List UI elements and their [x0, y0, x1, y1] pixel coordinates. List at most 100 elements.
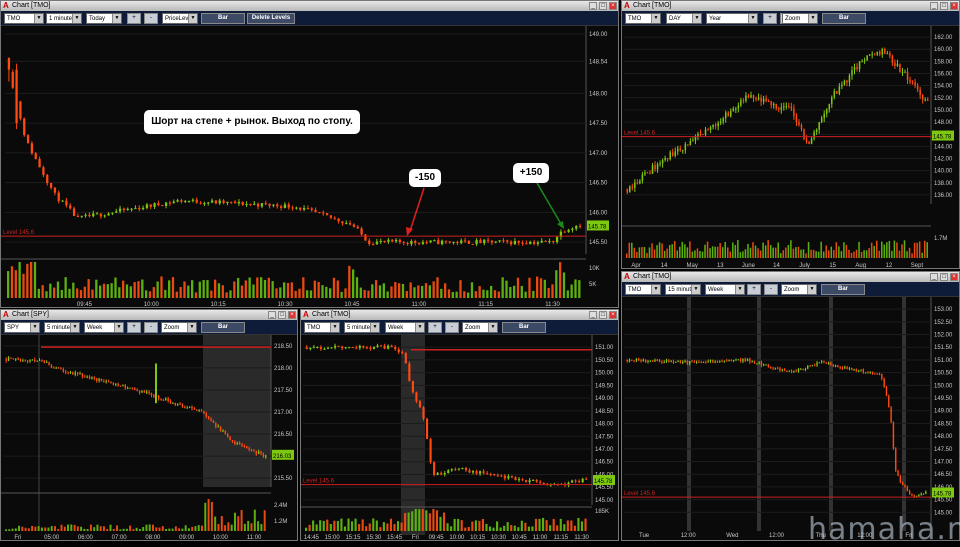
candle	[844, 367, 846, 369]
delete-levels-button[interactable]: Delete Levels	[247, 13, 295, 24]
candle	[682, 150, 684, 152]
maximize-button[interactable]: □	[940, 2, 948, 10]
zoom-out-button[interactable]: -	[144, 13, 158, 24]
zoom-out-button[interactable]: -	[764, 284, 778, 295]
price-chart[interactable]: 218.50218.00217.50217.00216.50216.00215.…	[1, 335, 298, 541]
window-titlebar[interactable]: A Chart [TMO] _ □ ×	[301, 310, 618, 320]
chevron-down-icon: ▼	[651, 14, 660, 23]
range-select[interactable]: Week ▼	[385, 322, 425, 333]
zoom-in-button[interactable]: +	[127, 322, 141, 333]
volume-bar	[18, 262, 21, 298]
zoom-select[interactable]: Zoom ▼	[782, 13, 818, 24]
minimize-button[interactable]: _	[268, 311, 276, 319]
close-button[interactable]: ×	[288, 311, 296, 319]
close-button[interactable]: ×	[950, 2, 958, 10]
candle	[172, 201, 175, 204]
volume-bar	[210, 501, 213, 531]
price-chart[interactable]: 162.00 160.00 158.00 156.00 154.00 152.00 150.…	[622, 26, 960, 269]
chart-window-spy-5min[interactable]: A Chart [SPY] _ □ × SPY ▼ 5 minutes ▼ Week ▼ +…	[0, 309, 298, 541]
bar-button[interactable]: Bar	[821, 284, 865, 295]
volume-bar	[432, 509, 435, 531]
bar-button[interactable]: Bar	[502, 322, 546, 333]
close-button[interactable]: ×	[609, 311, 617, 319]
volume-bar	[237, 516, 240, 531]
interval-select[interactable]: 5 minutes ▼	[344, 322, 380, 333]
range-select[interactable]: Week ▼	[84, 322, 124, 333]
maximize-button[interactable]: □	[940, 273, 948, 281]
tool-select[interactable]: PriceLevel ▼	[162, 13, 198, 24]
candle	[134, 207, 137, 209]
window-titlebar[interactable]: A Chart [TMO] _ □ ×	[1, 1, 618, 11]
symbol-select[interactable]: TMO ▼	[304, 322, 340, 333]
zoom-in-button[interactable]: +	[428, 322, 442, 333]
zoom-out-button[interactable]: -	[445, 322, 459, 333]
symbol-select[interactable]: SPY ▼	[4, 322, 40, 333]
candle	[730, 111, 732, 117]
candle	[391, 239, 394, 242]
zoom-in-button[interactable]: +	[127, 13, 141, 24]
volume-tick-label: 10K	[589, 266, 600, 272]
maximize-button[interactable]: □	[599, 311, 607, 319]
candle	[922, 493, 925, 495]
close-button[interactable]: ×	[609, 2, 617, 10]
candle	[84, 376, 86, 378]
range-select[interactable]: Today ▼	[86, 13, 122, 24]
window-titlebar[interactable]: A Chart [TMO] _ □ ×	[622, 1, 959, 11]
zoom-select[interactable]: Zoom ▼	[462, 322, 498, 333]
chevron-down-icon: ▼	[748, 14, 757, 23]
minimize-button[interactable]: _	[930, 2, 938, 10]
candle	[437, 240, 440, 245]
symbol-select[interactable]: TMO ▼	[625, 13, 661, 24]
candle	[226, 433, 229, 437]
candle	[323, 348, 326, 350]
zoom-in-button[interactable]: +	[763, 13, 777, 24]
volume-bar	[878, 250, 881, 258]
bar-button[interactable]: Bar	[201, 13, 245, 24]
volume-bar	[10, 266, 14, 298]
chart-window-tmo-5min[interactable]: A Chart [TMO] _ □ × TMO ▼ 5 minutes ▼ Week ▼ +…	[300, 309, 619, 541]
volume-bar	[83, 286, 86, 298]
candle	[117, 383, 119, 386]
candle	[372, 346, 376, 349]
interval-select[interactable]: 15 minutes ▼	[665, 284, 701, 295]
interval-select[interactable]: DAY ▼	[666, 13, 702, 24]
window-titlebar[interactable]: A Chart [TMO] _ □ ×	[622, 272, 959, 282]
candle	[195, 199, 198, 203]
price-chart[interactable]: 153.00 152.50 152.00 151.50 151.00 150.50 150.…	[622, 297, 960, 541]
minimize-button[interactable]: _	[589, 311, 597, 319]
price-chart[interactable]: 151.00 150.50 150.00 149.50 149.00 148.50 148.…	[301, 335, 619, 541]
minimize-button[interactable]: _	[589, 2, 597, 10]
volume-bar	[119, 529, 122, 531]
candle	[53, 187, 57, 193]
interval-select[interactable]: 1 minute ▼	[46, 13, 82, 24]
symbol-select[interactable]: TMO ▼	[625, 284, 661, 295]
chart-window-tmo-1min[interactable]: A Chart [TMO] _ □ × TMO ▼ 1 minute ▼ Today ▼ +…	[0, 0, 619, 308]
bar-button[interactable]: Bar	[822, 13, 866, 24]
candle	[679, 360, 682, 364]
range-select[interactable]: Year ▼	[706, 13, 758, 24]
zoom-out-button[interactable]: -	[144, 322, 158, 333]
chart-window-tmo-day[interactable]: AChart [TMO] _□× TMO▼ DAY▼ Year▼ + - Zoo…	[621, 0, 960, 269]
interval-select[interactable]: 5 minutes ▼	[44, 322, 80, 333]
minimize-button[interactable]: _	[930, 273, 938, 281]
interval-value: DAY	[669, 16, 681, 22]
candle	[704, 129, 707, 135]
bar-button[interactable]: Bar	[201, 322, 245, 333]
volume-bar	[240, 285, 244, 298]
symbol-select[interactable]: TMO ▼	[4, 13, 44, 24]
chart-window-tmo-15min[interactable]: A Chart [TMO] _ □ × TMO ▼ 15 minutes ▼ Week ▼ …	[621, 271, 960, 541]
window-titlebar[interactable]: A Chart [SPY] _ □ ×	[1, 310, 297, 320]
volume-bar	[474, 291, 477, 298]
time-axis-label: 07:00	[112, 535, 128, 541]
candle	[67, 372, 69, 374]
close-button[interactable]: ×	[950, 273, 958, 281]
time-axis-label: 12:00	[681, 533, 697, 539]
zoom-in-button[interactable]: +	[747, 284, 761, 295]
zoom-select[interactable]: Zoom ▼	[161, 322, 197, 333]
maximize-button[interactable]: □	[599, 2, 607, 10]
zoom-select[interactable]: Zoom ▼	[781, 284, 817, 295]
range-select[interactable]: Week ▼	[705, 284, 745, 295]
time-axis-label: 15:00	[325, 535, 341, 541]
session-shade	[687, 297, 691, 531]
maximize-button[interactable]: □	[278, 311, 286, 319]
